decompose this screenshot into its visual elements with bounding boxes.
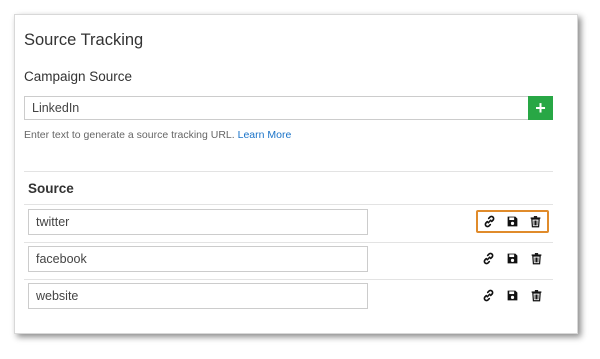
source-row [24,205,553,242]
trash-icon[interactable] [529,288,545,304]
save-icon[interactable] [504,288,520,304]
save-icon[interactable] [505,214,521,230]
link-icon[interactable] [480,251,496,267]
source-input[interactable] [28,283,368,309]
help-text: Enter text to generate a source tracking… [24,129,291,141]
campaign-source-input[interactable] [25,97,528,119]
trash-icon[interactable] [529,251,545,267]
source-tracking-panel: Source Tracking Campaign Source + Enter … [14,14,578,334]
panel-title: Source Tracking [24,31,144,49]
source-input[interactable] [28,209,368,235]
save-icon[interactable] [504,251,520,267]
source-row [24,279,553,316]
trash-icon[interactable] [528,214,544,230]
add-source-button[interactable]: + [528,96,553,120]
source-row [24,242,553,279]
link-icon[interactable] [480,288,496,304]
source-column-header: Source [28,181,74,196]
campaign-source-field[interactable] [24,96,528,120]
source-input[interactable] [28,246,368,272]
row-actions [476,247,549,270]
campaign-source-label: Campaign Source [24,69,133,84]
row-actions [476,210,549,233]
learn-more-link[interactable]: Learn More [238,129,292,141]
divider [24,171,553,172]
help-text-body: Enter text to generate a source tracking… [24,129,235,141]
plus-icon: + [535,98,546,118]
row-actions [476,284,549,307]
link-icon[interactable] [482,214,498,230]
